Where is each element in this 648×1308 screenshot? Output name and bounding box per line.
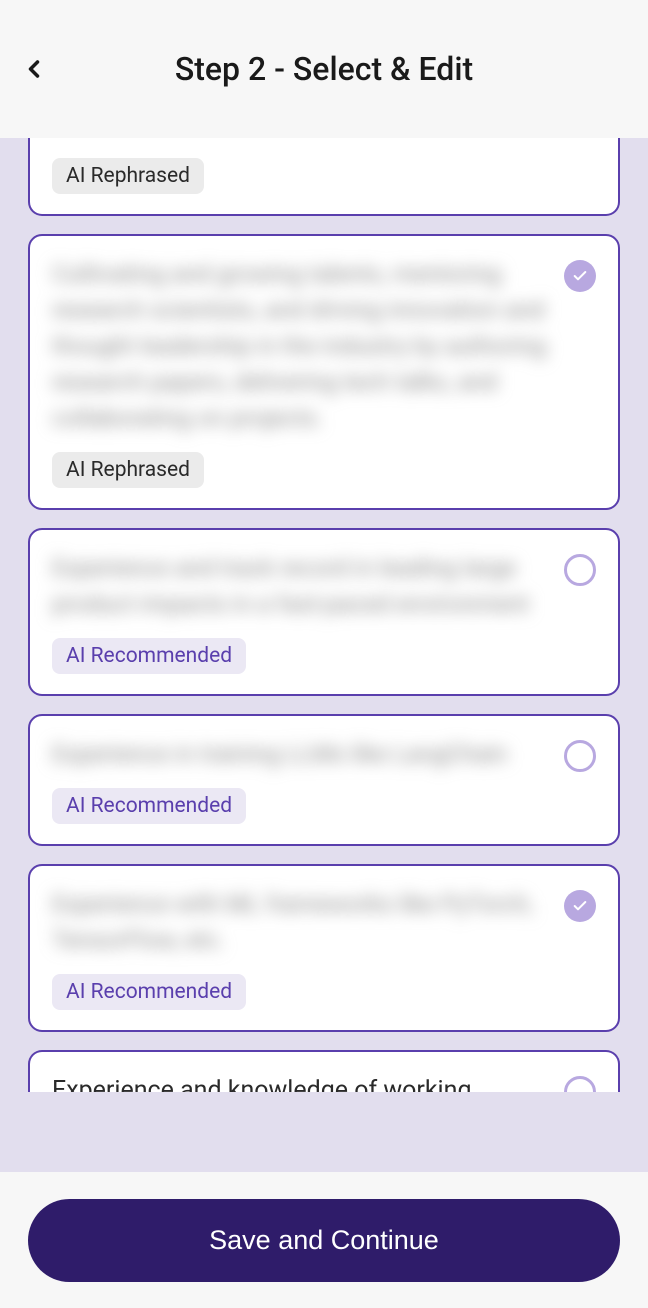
page-title: Step 2 - Select & Edit [20,50,628,88]
save-continue-button[interactable]: Save and Continue [28,1199,620,1282]
card-item[interactable]: Cultivating and growing talents, mentori… [28,234,620,510]
card-item[interactable]: Experience in training LLMs like LangCha… [28,714,620,846]
card-checkbox[interactable] [564,740,596,772]
badge-ai-recommended: AI Recommended [52,638,246,674]
check-icon [572,268,588,284]
card-checkbox[interactable] [564,890,596,922]
card-text: Cultivating and growing talents, mentori… [52,256,548,436]
card-item[interactable]: Experience and track record in leading l… [28,528,620,696]
card-checkbox[interactable] [564,1076,596,1092]
card-text: Experience with ML frameworks like PyTor… [52,886,548,958]
badge-ai-recommended: AI Recommended [52,788,246,824]
card-checkbox[interactable] [564,554,596,586]
card-item-partial-bottom[interactable]: Experience and knowledge of working [28,1050,620,1092]
card-text: Experience and knowledge of working [52,1072,548,1092]
card-text: Experience in training LLMs like LangCha… [52,736,548,772]
card-item-partial-top[interactable]: AI Rephrased [28,138,620,216]
card-checkbox[interactable] [564,260,596,292]
badge-ai-recommended: AI Recommended [52,974,246,1010]
footer: Save and Continue [0,1172,648,1308]
header: Step 2 - Select & Edit [0,0,648,138]
card-item[interactable]: Experience with ML frameworks like PyTor… [28,864,620,1032]
chevron-left-icon [20,55,48,83]
badge-ai-rephrased: AI Rephrased [52,158,204,194]
back-button[interactable] [20,55,48,83]
content-area: AI Rephrased Cultivating and growing tal… [0,138,648,1172]
card-text: Experience and track record in leading l… [52,550,548,622]
badge-ai-rephrased: AI Rephrased [52,452,204,488]
check-icon [572,898,588,914]
